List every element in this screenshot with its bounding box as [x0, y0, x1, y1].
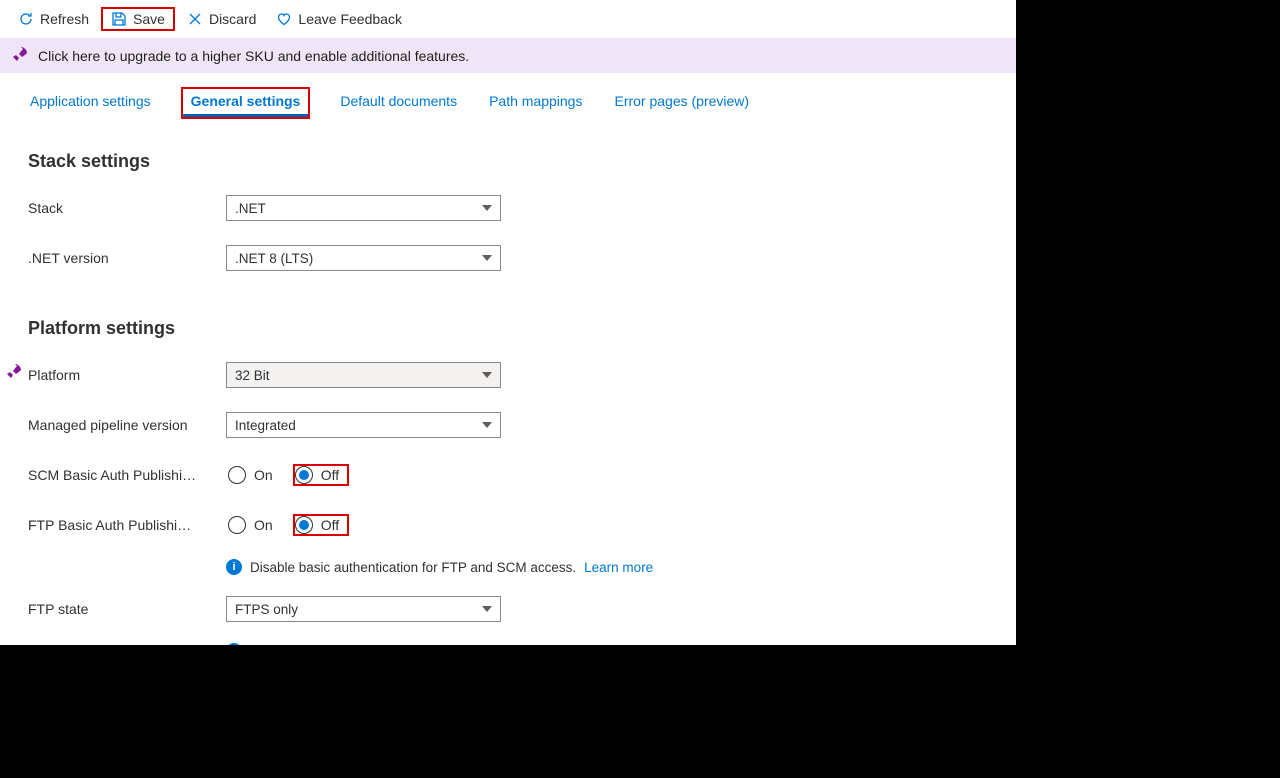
ftp-state-info: i FTP based deployment can be disabled o… — [198, 641, 1016, 645]
toolbar: Refresh Save Discard Leave Feedback — [0, 0, 1016, 38]
stack-value: .NET — [235, 201, 266, 216]
scm-basic-auth-group: On Off — [226, 464, 349, 486]
basic-auth-info: i Disable basic authentication for FTP a… — [198, 557, 1016, 585]
ftp-state-learn-more-link[interactable]: Learn more — [919, 644, 988, 646]
radio-label-off: Off — [321, 467, 339, 483]
pipeline-select[interactable]: Integrated — [226, 412, 501, 438]
radio-circle-icon — [228, 516, 246, 534]
info-icon: i — [226, 559, 242, 575]
save-icon — [111, 11, 127, 27]
ftp-state-wrap: FTP state FTPS only — [0, 591, 1016, 627]
pipeline-value: Integrated — [235, 418, 296, 433]
tab-path-mappings[interactable]: Path mappings — [487, 87, 584, 119]
chevron-down-icon — [482, 372, 492, 378]
platform-label: Platform — [28, 367, 226, 383]
chevron-down-icon — [482, 422, 492, 428]
ftp-state-select[interactable]: FTPS only — [226, 596, 501, 622]
ftp-basic-auth-label: FTP Basic Auth Publishi… — [28, 517, 226, 533]
platform-settings-heading: Platform settings — [28, 318, 988, 339]
rocket-icon — [6, 363, 22, 382]
rocket-icon — [12, 46, 28, 65]
net-version-label: .NET version — [28, 250, 226, 266]
radio-circle-icon — [295, 516, 313, 534]
tab-bar: Application settings General settings De… — [0, 73, 1016, 123]
ftp-state-label: FTP state — [28, 601, 226, 617]
platform-select[interactable]: 32 Bit — [226, 362, 501, 388]
radio-label-on: On — [254, 517, 273, 533]
radio-circle-icon — [295, 466, 313, 484]
basic-auth-info-text: Disable basic authentication for FTP and… — [250, 560, 576, 575]
chevron-down-icon — [482, 205, 492, 211]
pipeline-label: Managed pipeline version — [28, 417, 226, 433]
stack-settings-heading: Stack settings — [28, 151, 988, 172]
tab-default-documents[interactable]: Default documents — [338, 87, 459, 119]
chevron-down-icon — [482, 255, 492, 261]
scm-on-radio[interactable]: On — [226, 464, 279, 486]
discard-label: Discard — [209, 11, 256, 27]
stack-select[interactable]: .NET — [226, 195, 501, 221]
banner-text: Click here to upgrade to a higher SKU an… — [38, 48, 469, 64]
refresh-icon — [18, 11, 34, 27]
scm-off-radio[interactable]: Off — [293, 464, 349, 486]
platform-settings-section: Platform settings Platform 32 Bit Manage… — [0, 290, 1016, 543]
feedback-button[interactable]: Leave Feedback — [268, 7, 410, 31]
radio-label-off: Off — [321, 517, 339, 533]
stack-settings-section: Stack settings Stack .NET .NET version .… — [0, 123, 1016, 276]
net-version-value: .NET 8 (LTS) — [235, 251, 313, 266]
refresh-button[interactable]: Refresh — [10, 7, 97, 31]
info-icon: i — [226, 643, 242, 645]
ftp-off-radio[interactable]: Off — [293, 514, 349, 536]
net-version-select[interactable]: .NET 8 (LTS) — [226, 245, 501, 271]
save-label: Save — [133, 11, 165, 27]
chevron-down-icon — [482, 606, 492, 612]
ftp-state-info-text: FTP based deployment can be disabled or … — [250, 644, 911, 646]
heart-icon — [276, 11, 292, 27]
scm-basic-auth-label: SCM Basic Auth Publishi… — [28, 467, 226, 483]
ftp-on-radio[interactable]: On — [226, 514, 279, 536]
feedback-label: Leave Feedback — [298, 11, 402, 27]
discard-button[interactable]: Discard — [179, 7, 264, 31]
save-button[interactable]: Save — [101, 7, 175, 31]
radio-label-on: On — [254, 467, 273, 483]
stack-label: Stack — [28, 200, 226, 216]
radio-circle-icon — [228, 466, 246, 484]
ftp-basic-auth-group: On Off — [226, 514, 349, 536]
tab-application-settings[interactable]: Application settings — [28, 87, 153, 119]
platform-value: 32 Bit — [235, 368, 270, 383]
close-icon — [187, 11, 203, 27]
tab-general-settings[interactable]: General settings — [181, 87, 311, 119]
ftp-state-value: FTPS only — [235, 602, 298, 617]
tab-error-pages[interactable]: Error pages (preview) — [612, 87, 751, 119]
refresh-label: Refresh — [40, 11, 89, 27]
basic-auth-learn-more-link[interactable]: Learn more — [584, 560, 653, 575]
upgrade-banner[interactable]: Click here to upgrade to a higher SKU an… — [0, 38, 1016, 73]
